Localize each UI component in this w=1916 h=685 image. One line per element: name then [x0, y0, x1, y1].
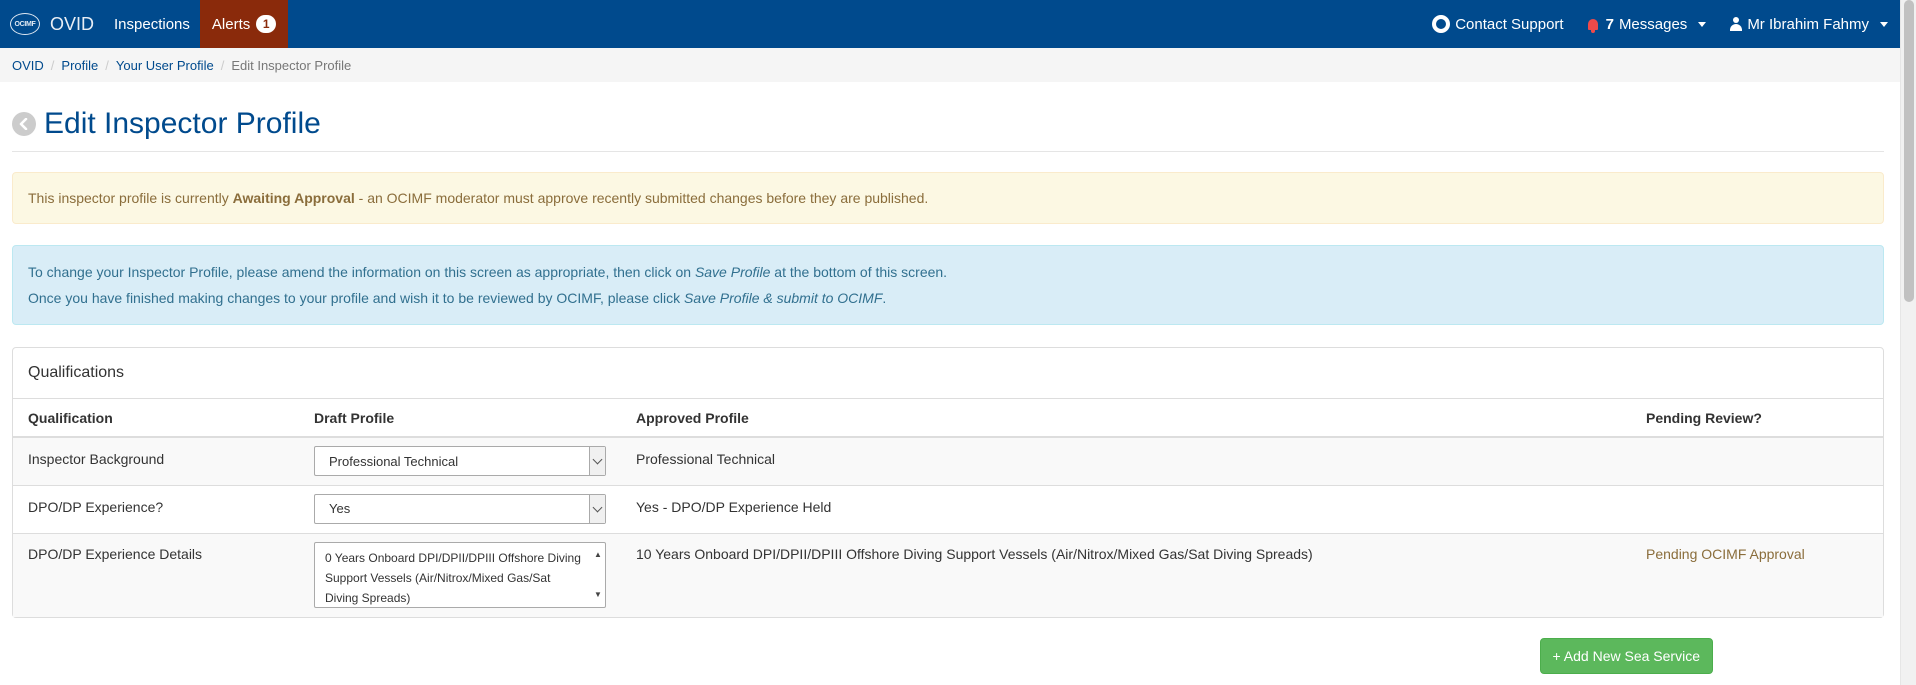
brand-link[interactable]: OCIMF OVID — [0, 0, 104, 48]
qualification-label: DPO/DP Experience Details — [13, 532, 299, 617]
page-title: Edit Inspector Profile — [44, 106, 321, 140]
chevron-down-icon — [1698, 21, 1707, 27]
info-alert-line-2: Once you have finished making changes to… — [28, 290, 1868, 306]
breadcrumb-your-user-profile[interactable]: Your User Profile — [116, 58, 214, 73]
scroll-up-icon[interactable]: ▲ — [594, 545, 602, 565]
status-alert-text: This inspector profile is currently Awai… — [28, 190, 928, 206]
messages-count: 7 — [1605, 15, 1614, 33]
status-alert-status: Awaiting Approval — [232, 190, 355, 206]
breadcrumb-separator: / — [50, 57, 55, 73]
chevron-down-icon — [589, 494, 605, 523]
draft-cell: Yes — [299, 484, 621, 533]
draft-cell: 0 Years Onboard DPI/DPII/DPIII Offshore … — [299, 532, 621, 617]
qualification-label: DPO/DP Experience? — [13, 484, 299, 533]
info-line2-text: Once you have finished making changes to… — [28, 290, 684, 306]
user-name: Mr Ibrahim Fahmy — [1747, 15, 1869, 33]
pending-value: Pending OCIMF Approval — [1631, 532, 1883, 617]
chevron-down-icon — [1880, 21, 1888, 27]
breadcrumb: OVID / Profile / Your User Profile / Edi… — [0, 48, 1900, 82]
info-line2-end: . — [882, 290, 887, 306]
actions-bar: + Add New Sea Service — [12, 638, 1884, 674]
column-header-approved-profile: Approved Profile — [621, 399, 1631, 438]
approved-value: Professional Technical — [621, 436, 1631, 485]
info-line1-emphasis: Save Profile — [694, 264, 771, 280]
dp-experience-select[interactable]: Yes — [314, 493, 606, 524]
column-header-pending-review: Pending Review? — [1631, 399, 1883, 438]
nav-alerts[interactable]: Alerts 1 — [199, 0, 289, 48]
pending-value — [1631, 484, 1883, 533]
chevron-down-icon — [589, 447, 605, 475]
selected-value: Yes — [329, 501, 351, 516]
breadcrumb-current: Edit Inspector Profile — [231, 57, 352, 73]
qualifications-panel: Qualifications Qualification Draft Profi… — [12, 347, 1884, 618]
status-alert: This inspector profile is currently Awai… — [12, 172, 1884, 224]
nav-right: Contact Support 7 Messages Mr Ibrahim Fa… — [1420, 0, 1900, 48]
breadcrumb-profile[interactable]: Profile — [61, 58, 98, 73]
ocimf-logo: OCIMF — [10, 13, 40, 35]
messages-label: Messages — [1618, 15, 1688, 33]
user-icon — [1730, 17, 1743, 31]
nav-inspections[interactable]: Inspections — [104, 0, 200, 48]
alerts-count-badge: 1 — [256, 15, 277, 33]
brand-name: OVID — [50, 13, 95, 34]
back-arrow-icon[interactable] — [12, 111, 36, 136]
qualifications-table: Qualification Draft Profile Approved Pro… — [13, 399, 1883, 617]
nav-alerts-label: Alerts — [211, 15, 251, 33]
nav-messages[interactable]: 7 Messages — [1576, 0, 1719, 48]
approved-value: 10 Years Onboard DPI/DPII/DPIII Offshore… — [621, 532, 1631, 617]
info-line1-end: at the bottom of this screen. — [770, 264, 948, 280]
column-header-draft-profile: Draft Profile — [299, 399, 621, 438]
main-content: Edit Inspector Profile This inspector pr… — [0, 82, 1896, 674]
status-alert-prefix: This inspector profile is currently — [28, 190, 233, 206]
nav-user-menu[interactable]: Mr Ibrahim Fahmy — [1718, 0, 1900, 48]
page-header: Edit Inspector Profile — [12, 82, 1884, 152]
table-row: Inspector Background Professional Techni… — [13, 436, 1883, 485]
approved-value: Yes - DPO/DP Experience Held — [621, 484, 1631, 533]
nav-contact-support[interactable]: Contact Support — [1420, 0, 1575, 48]
scroll-down-icon[interactable]: ▼ — [594, 585, 602, 605]
breadcrumb-separator: / — [105, 57, 109, 73]
page-scrollbar[interactable] — [1900, 0, 1916, 685]
info-alert: To change your Inspector Profile, please… — [12, 245, 1884, 325]
breadcrumb-ovid[interactable]: OVID — [12, 58, 44, 73]
info-line1-text: To change your Inspector Profile, please… — [28, 264, 695, 280]
textarea-value: 0 Years Onboard DPI/DPII/DPIII Offshore … — [325, 550, 581, 605]
selected-value: Professional Technical — [329, 453, 459, 469]
status-alert-suffix: - an OCIMF moderator must approve recent… — [354, 190, 929, 206]
top-navbar: OCIMF OVID Inspections Alerts 1 Contact … — [0, 0, 1900, 48]
table-row: DPO/DP Experience? Yes Yes - DPO/DP Expe… — [13, 484, 1883, 533]
info-alert-line-1: To change your Inspector Profile, please… — [28, 264, 1868, 280]
qualification-label: Inspector Background — [13, 436, 299, 485]
scrollbar-thumb[interactable] — [1904, 0, 1914, 302]
info-line2-emphasis: Save Profile & submit to OCIMF — [684, 290, 883, 306]
column-header-qualification: Qualification — [13, 399, 299, 438]
bell-icon — [1587, 18, 1598, 33]
pending-value — [1631, 436, 1883, 485]
lifebuoy-icon — [1432, 15, 1451, 33]
add-sea-service-button[interactable]: + Add New Sea Service — [1539, 638, 1713, 674]
breadcrumb-separator: / — [220, 57, 225, 73]
textarea-scrollbar[interactable]: ▲ ▼ — [593, 545, 603, 605]
dp-experience-details-textarea[interactable]: 0 Years Onboard DPI/DPII/DPIII Offshore … — [314, 541, 606, 608]
qualifications-heading: Qualifications — [13, 348, 1883, 399]
contact-support-label: Contact Support — [1455, 15, 1564, 33]
inspector-background-select[interactable]: Professional Technical — [314, 446, 606, 476]
draft-cell: Professional Technical — [299, 436, 621, 485]
table-row: DPO/DP Experience Details 0 Years Onboar… — [13, 532, 1883, 617]
